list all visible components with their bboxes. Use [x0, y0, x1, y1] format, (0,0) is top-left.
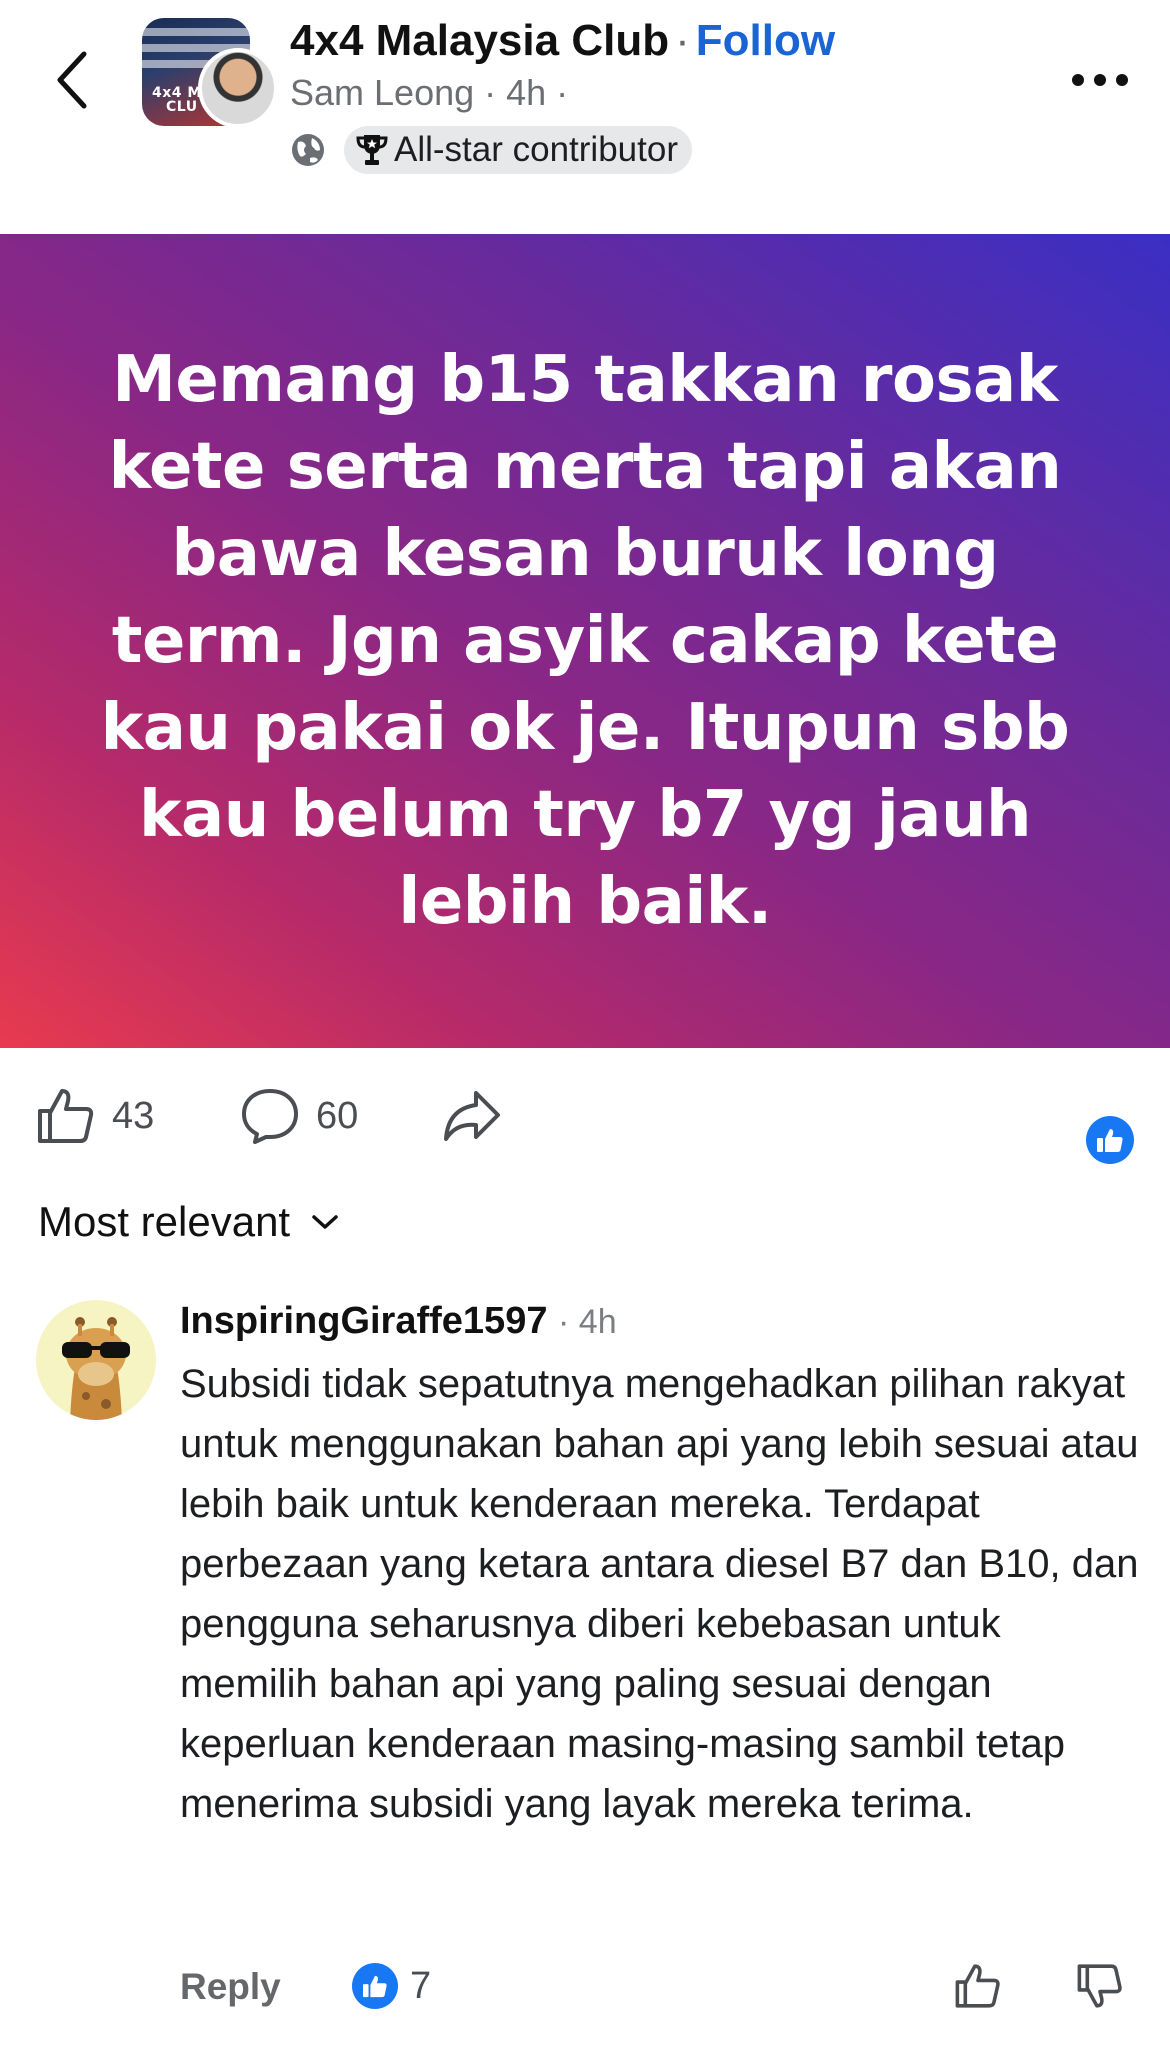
post-action-bar: 43 60 [0, 1048, 1170, 1182]
post-text-background[interactable]: Memang b15 takkan rosak kete serta merta… [0, 234, 1170, 1048]
sort-label: Most relevant [38, 1198, 291, 1245]
like-count: 43 [112, 1094, 155, 1137]
reply-button[interactable]: Reply [180, 1966, 281, 2008]
thumbs-up-icon [955, 1964, 1000, 2008]
comment-body: Subsidi tidak sepatutnya mengehadkan pil… [180, 1362, 1139, 1826]
back-button[interactable] [44, 44, 100, 116]
user-avatar[interactable] [198, 48, 278, 128]
badge-label: All-star contributor [394, 130, 678, 169]
comment-reaction-summary[interactable]: 7 [352, 1958, 431, 2014]
like-reaction-icon[interactable] [1086, 1116, 1134, 1164]
all-star-contributor-badge[interactable]: All-star contributor [344, 126, 692, 174]
group-name-line: 4x4 Malaysia Club · Follow [290, 16, 835, 66]
separator-dot: · [675, 16, 690, 65]
globe-icon [290, 132, 326, 168]
more-dots-icon [1072, 74, 1128, 86]
comment-author-line: InspiringGiraffe1597 · 4h [180, 1300, 617, 1343]
author-meta[interactable]: Sam Leong · 4h · [290, 72, 568, 114]
comment-author[interactable]: InspiringGiraffe1597 [180, 1300, 547, 1342]
chevron-down-icon [312, 1215, 338, 1229]
post-header: 4x4 MAL CLU 4x4 Malaysia Club · Follow Sam… [0, 0, 1170, 232]
group-name[interactable]: 4x4 Malaysia Club [290, 16, 669, 65]
like-button[interactable]: 43 [36, 1088, 154, 1144]
comment-like-count: 7 [410, 1964, 432, 2007]
like-reaction-icon [352, 1963, 398, 2009]
thumbs-up-icon [38, 1089, 94, 1143]
badge-row: All-star contributor [290, 126, 692, 174]
upvote-button[interactable] [950, 1958, 1006, 2014]
thumbs-down-icon [1077, 1964, 1122, 2008]
comment-bubble-icon [242, 1089, 298, 1144]
comment-count: 60 [316, 1094, 359, 1137]
chevron-left-icon [57, 51, 87, 109]
commenter-avatar[interactable] [36, 1300, 156, 1420]
follow-button[interactable]: Follow [696, 16, 835, 65]
share-button[interactable] [442, 1088, 502, 1144]
share-arrow-icon [444, 1091, 500, 1141]
comment-actions: Reply 7 [180, 1958, 1140, 2018]
downvote-button[interactable] [1072, 1958, 1128, 2014]
more-options-button[interactable] [1064, 56, 1136, 104]
avatar-group[interactable]: 4x4 MAL CLU [142, 18, 278, 128]
comment-button[interactable]: 60 [240, 1088, 358, 1144]
comment-time: · 4h [558, 1303, 617, 1341]
comment-sort-dropdown[interactable]: Most relevant [38, 1192, 340, 1252]
post-text: Memang b15 takkan rosak kete serta merta… [100, 342, 1070, 939]
trophy-icon [356, 135, 388, 165]
